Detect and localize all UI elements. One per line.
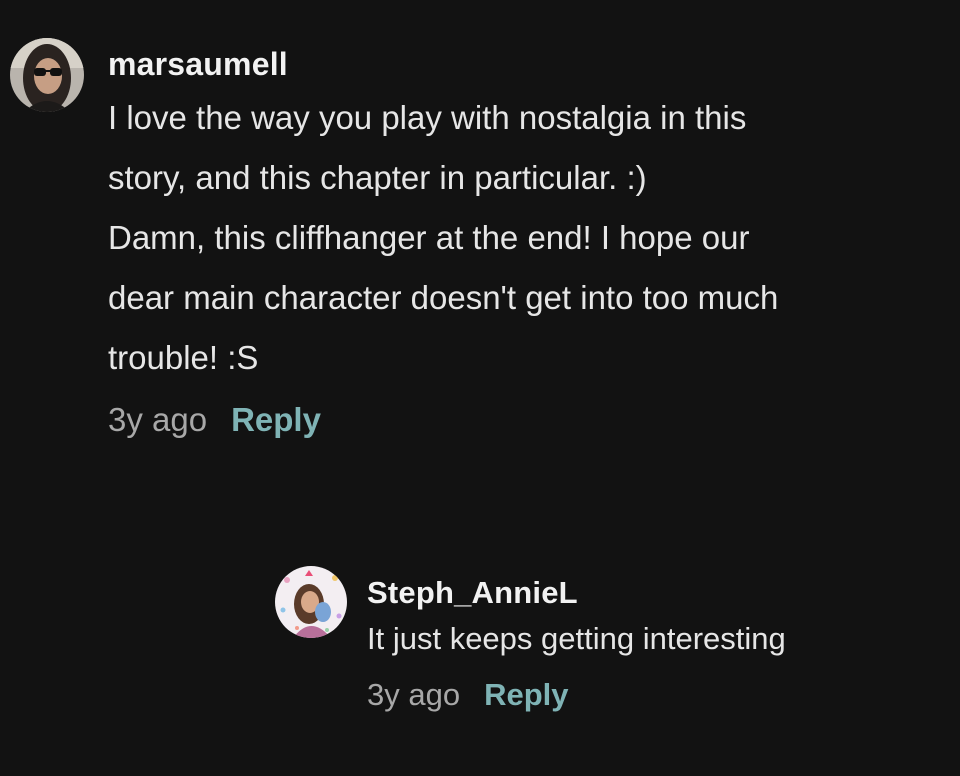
reply-item: Steph_AnnieL It just keeps getting inter… bbox=[275, 566, 935, 720]
reply-text: It just keeps getting interesting bbox=[367, 621, 786, 656]
comment-text: I love the way you play with nostalgia i… bbox=[108, 99, 779, 376]
comment-meta: 3y ago Reply bbox=[108, 390, 940, 450]
reply-username[interactable]: Steph_AnnieL bbox=[367, 572, 935, 614]
reply-button[interactable]: Reply bbox=[231, 390, 321, 450]
reply-meta: 3y ago Reply bbox=[367, 670, 935, 720]
user-avatar-steph-anniel[interactable] bbox=[275, 566, 347, 638]
comment-item: marsaumell I love the way you play with … bbox=[10, 38, 940, 450]
user-avatar-illustration-icon bbox=[275, 566, 347, 638]
user-avatar-marsaumell[interactable] bbox=[10, 38, 84, 112]
reply-timestamp: 3y ago bbox=[367, 677, 461, 712]
reply-button[interactable]: Reply bbox=[484, 670, 568, 720]
user-avatar-photo-icon bbox=[10, 38, 84, 112]
comment-timestamp: 3y ago bbox=[108, 401, 208, 438]
comment-username[interactable]: marsaumell bbox=[108, 42, 940, 86]
